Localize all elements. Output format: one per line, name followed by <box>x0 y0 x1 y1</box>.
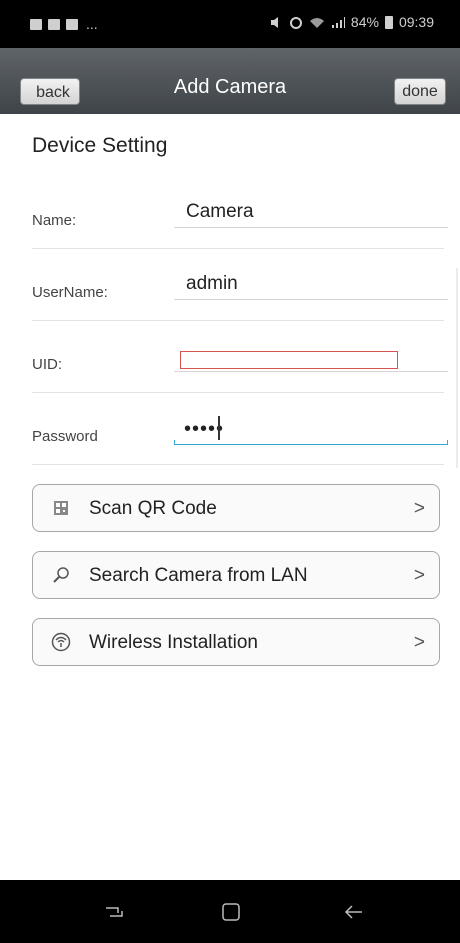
recent-apps-icon[interactable] <box>100 898 128 926</box>
username-row: UserName: <box>32 248 448 321</box>
name-input[interactable] <box>174 196 448 228</box>
notification-icons: ... <box>30 16 98 32</box>
scan-qr-code-label: Scan QR Code <box>89 498 217 519</box>
gallery-notification-icon <box>30 18 42 30</box>
password-focus-underline <box>174 440 448 445</box>
status-bar: ... 84% 09:39 <box>0 0 460 48</box>
uid-error-highlight <box>180 351 398 369</box>
chevron-right-icon: > <box>413 498 425 519</box>
alarm-icon <box>289 16 302 29</box>
scan-qr-code-button[interactable]: Scan QR Code > <box>32 484 440 532</box>
system-navigation-bar <box>0 880 460 943</box>
wifi-icon <box>309 17 324 28</box>
text-cursor <box>218 416 220 440</box>
done-button[interactable]: done <box>394 78 446 105</box>
chevron-right-icon: > <box>413 632 425 653</box>
more-notifications: ... <box>86 16 98 32</box>
facebook-notification-icon <box>66 18 78 30</box>
qr-code-icon <box>51 498 71 518</box>
username-label: UserName: <box>32 284 108 301</box>
battery-percent: 84% <box>350 14 379 30</box>
scrollbar[interactable] <box>456 268 458 468</box>
password-row: Password ••••• <box>32 392 448 465</box>
chevron-right-icon: > <box>413 565 425 586</box>
cell-signal-icon <box>331 16 345 28</box>
search-camera-lan-label: Search Camera from LAN <box>89 565 308 586</box>
uid-label: UID: <box>32 356 62 373</box>
wireless-installation-button[interactable]: Wireless Installation > <box>32 618 440 666</box>
page-title: Add Camera <box>173 76 287 98</box>
name-label: Name: <box>32 212 77 229</box>
battery-icon <box>384 15 393 29</box>
search-icon <box>51 565 71 585</box>
system-status: 84% 09:39 <box>269 14 434 30</box>
navigation-bar: back Add Camera done <box>0 48 460 114</box>
password-label: Password <box>32 428 98 445</box>
wireless-installation-label: Wireless Installation <box>89 632 258 653</box>
clock: 09:39 <box>398 14 434 30</box>
wireless-icon <box>51 632 71 652</box>
uid-row: UID: <box>32 320 448 393</box>
home-icon[interactable] <box>217 898 245 926</box>
mail-notification-icon <box>48 18 60 30</box>
mute-icon <box>270 16 278 28</box>
search-camera-lan-button[interactable]: Search Camera from LAN > <box>32 551 440 599</box>
section-heading: Device Setting <box>32 134 168 157</box>
back-arrow-icon[interactable] <box>340 898 368 926</box>
name-row: Name: <box>32 176 448 249</box>
username-input[interactable] <box>174 268 448 300</box>
